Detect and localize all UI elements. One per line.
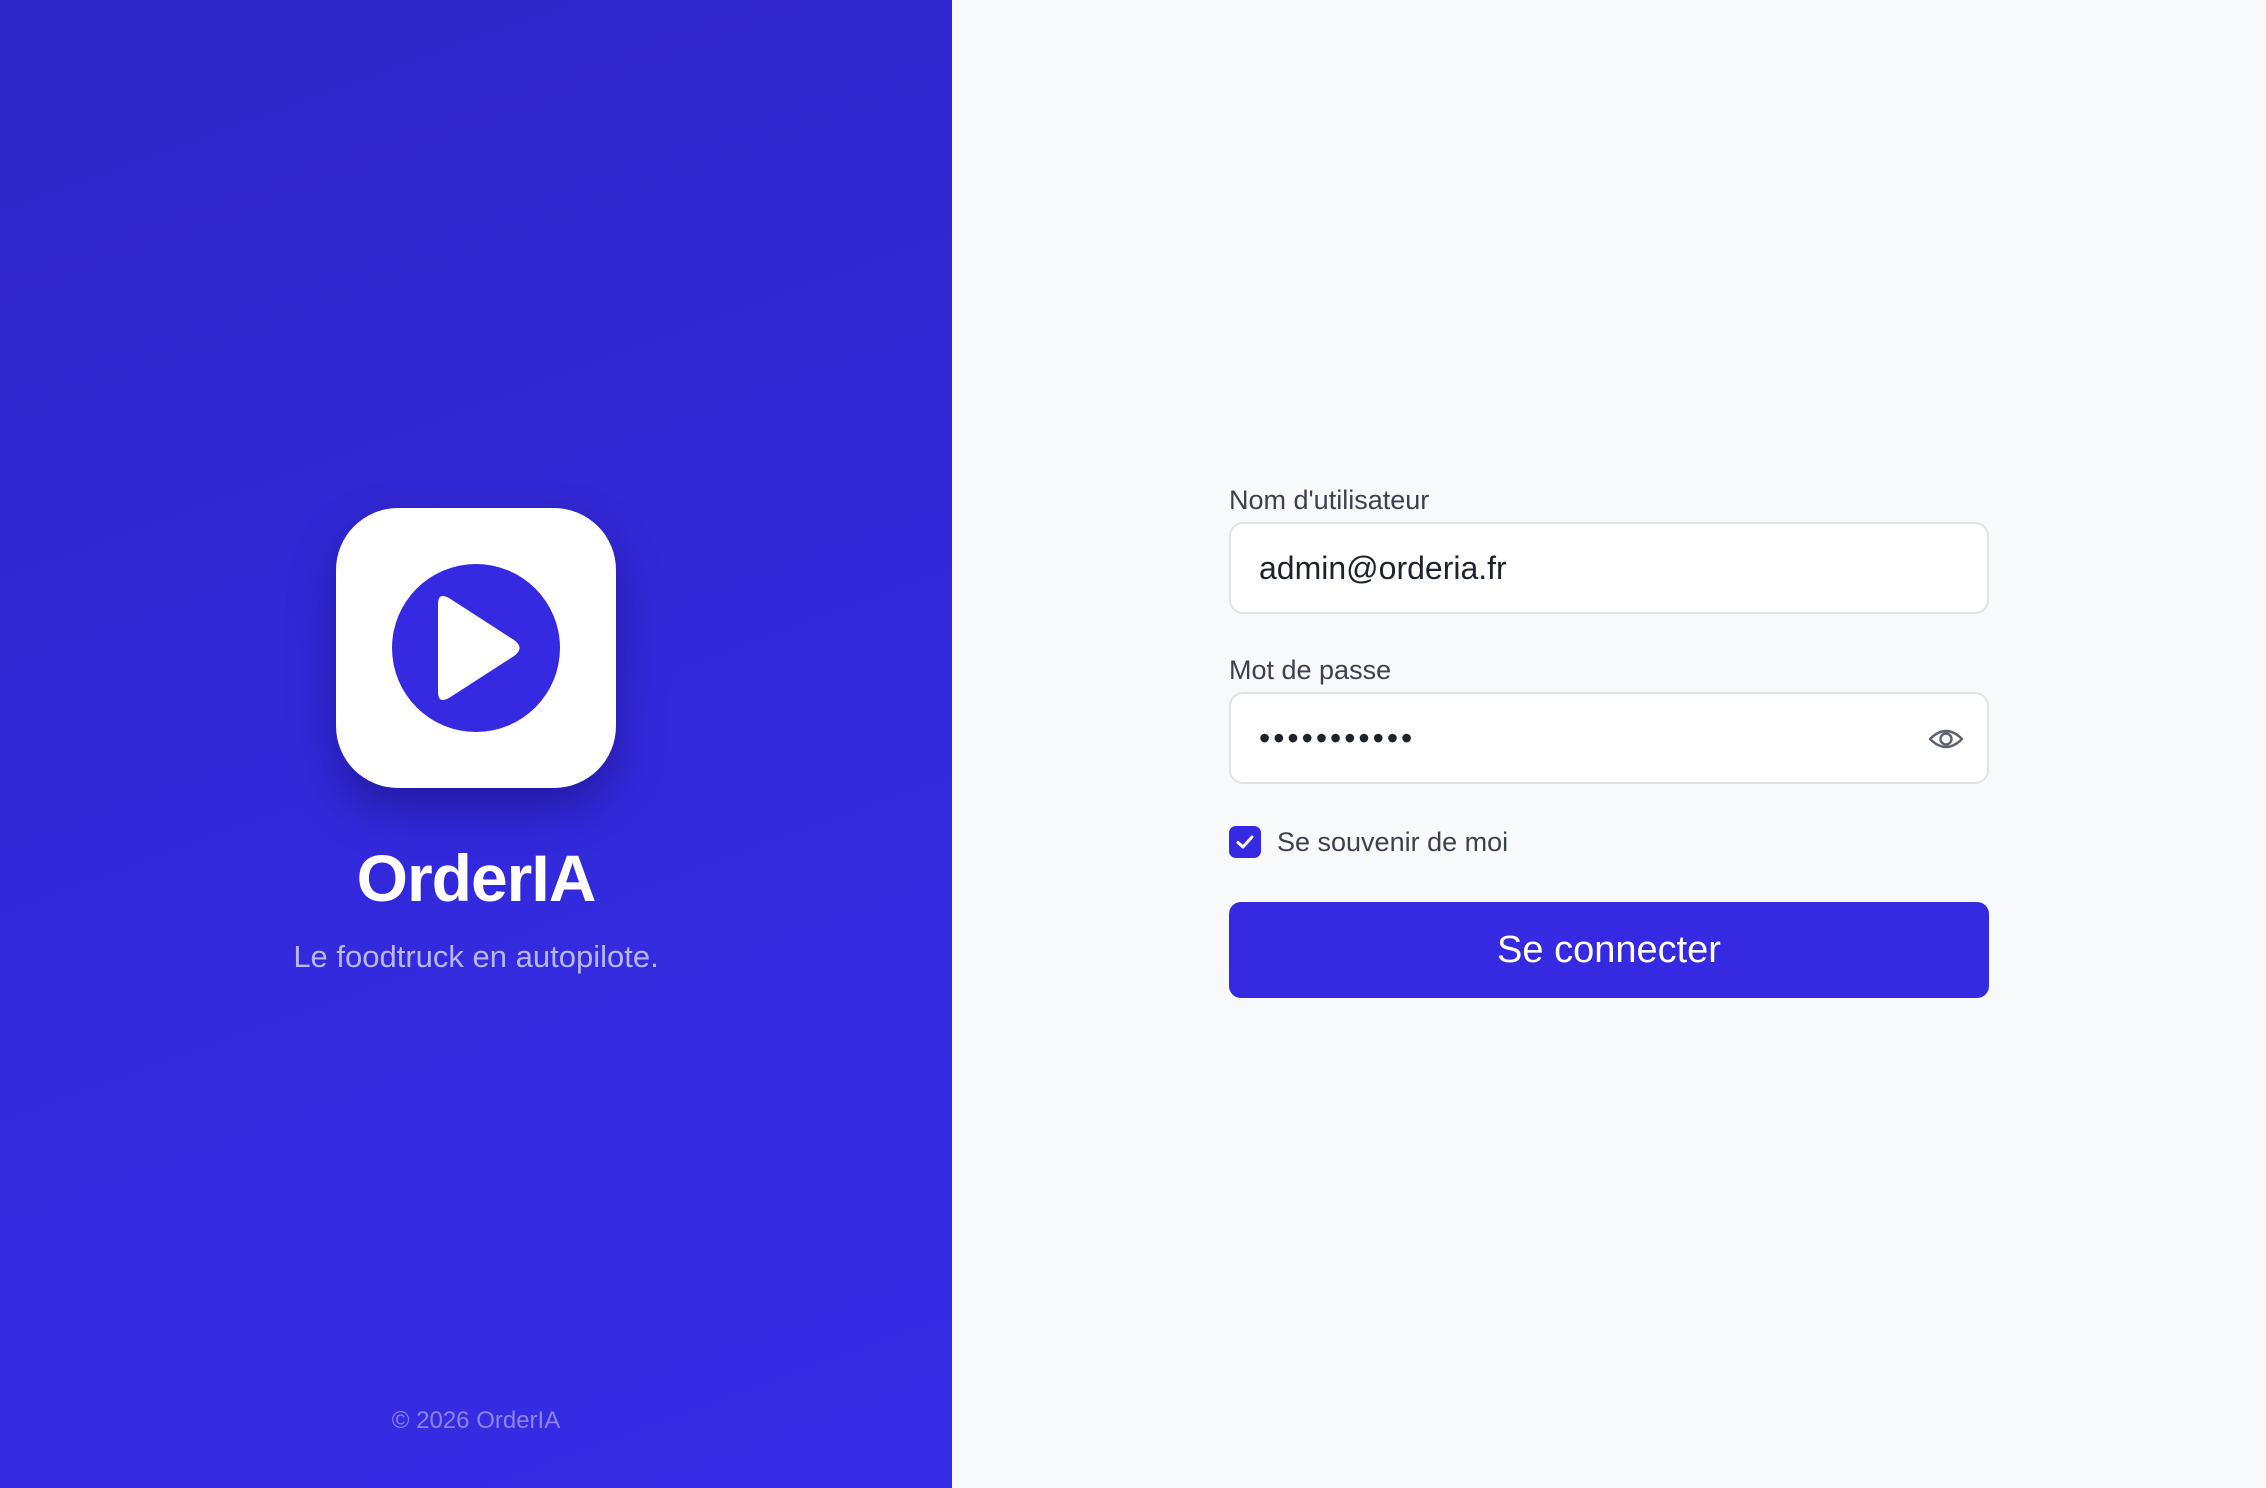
- play-icon: [392, 564, 560, 732]
- password-input[interactable]: •••••••••••: [1229, 692, 1989, 784]
- remember-me-checkbox[interactable]: [1229, 826, 1261, 858]
- brand-tagline: Le foodtruck en autopilote.: [293, 939, 659, 974]
- password-value: •••••••••••: [1259, 719, 1416, 756]
- username-label: Nom d'utilisateur: [1229, 485, 1430, 515]
- app-logo: [336, 508, 616, 788]
- username-value: admin@orderia.fr: [1259, 549, 1507, 586]
- login-page: OrderIA Le foodtruck en autopilote. © 20…: [0, 0, 2266, 1488]
- brand-panel: OrderIA Le foodtruck en autopilote. © 20…: [0, 0, 952, 1488]
- checkmark-icon: [1236, 835, 1254, 849]
- login-form: Nom d'utilisateur admin@orderia.fr Mot d…: [1229, 478, 1989, 998]
- remember-me-row: Se souvenir de moi: [1229, 824, 1989, 860]
- brand-name: OrderIA: [356, 841, 597, 915]
- username-input[interactable]: admin@orderia.fr: [1229, 522, 1989, 614]
- password-label: Mot de passe: [1229, 655, 1392, 685]
- copyright-text: © 2026 OrderIA: [391, 1407, 561, 1434]
- login-button[interactable]: Se connecter: [1229, 902, 1989, 998]
- remember-me-label[interactable]: Se souvenir de moi: [1277, 824, 1508, 860]
- show-password-button[interactable]: [1927, 722, 1965, 756]
- eye-icon: [1928, 729, 1964, 749]
- form-panel: Nom d'utilisateur admin@orderia.fr Mot d…: [952, 0, 2266, 1488]
